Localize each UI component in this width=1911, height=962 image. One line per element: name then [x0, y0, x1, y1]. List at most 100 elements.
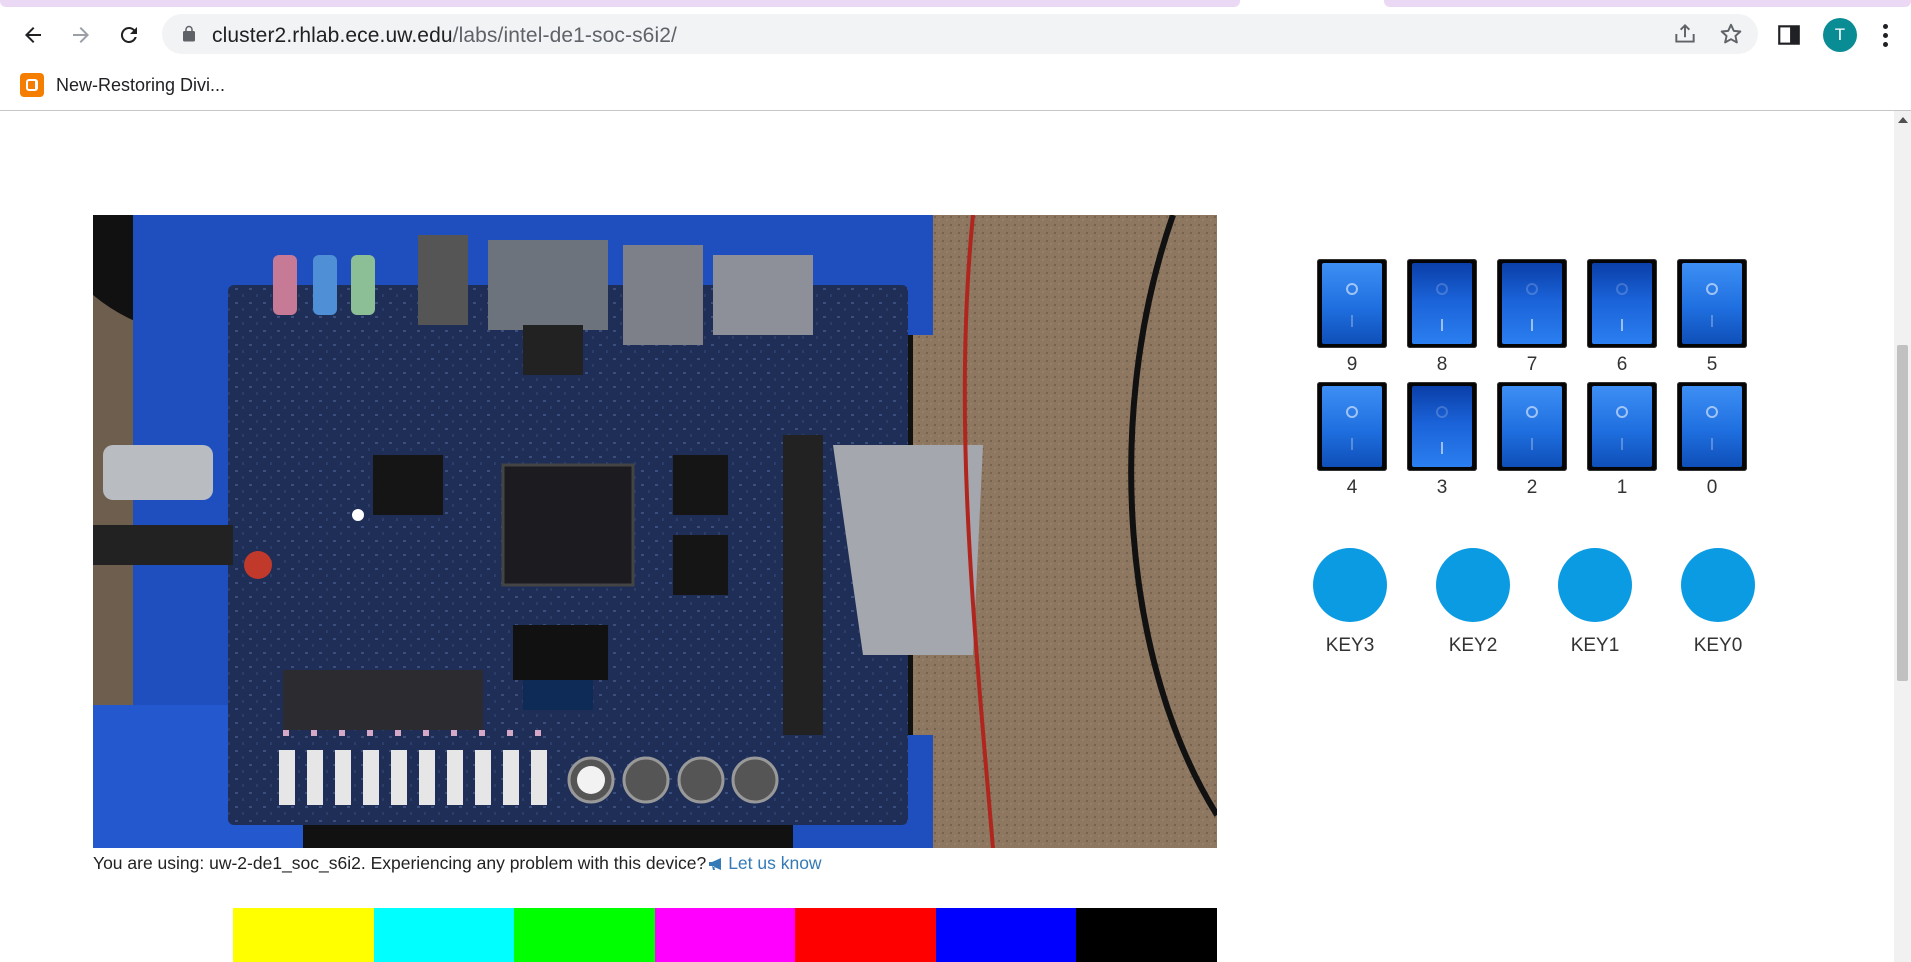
- key1-button[interactable]: KEY1: [1555, 548, 1635, 657]
- browser-tab[interactable]: [1384, 0, 1911, 7]
- switch-2[interactable]: 2: [1497, 382, 1567, 499]
- reload-button[interactable]: [112, 18, 146, 52]
- switch-off-icon: [1526, 406, 1538, 418]
- menu-dot-icon: [1882, 32, 1888, 38]
- share-icon[interactable]: [1672, 21, 1698, 47]
- lock-icon[interactable]: [180, 25, 198, 43]
- color-swatch-black: [1076, 908, 1218, 962]
- rocker: [1412, 263, 1472, 344]
- push-button[interactable]: [1558, 548, 1632, 622]
- switch-off-icon: [1436, 406, 1448, 418]
- push-button[interactable]: [1436, 548, 1510, 622]
- scrollbar-thumb[interactable]: [1897, 345, 1908, 681]
- bookmark-item[interactable]: New-Restoring Divi...: [20, 70, 225, 100]
- switch-4[interactable]: 4: [1317, 382, 1387, 499]
- switch-3[interactable]: 3: [1407, 382, 1477, 499]
- rocker-switch: [1677, 259, 1747, 348]
- tab-strip: [0, 0, 1911, 8]
- switch-label: 1: [1616, 477, 1628, 498]
- switch-off-icon: [1616, 406, 1628, 418]
- switch-label: 4: [1346, 477, 1358, 498]
- device-status-line: You are using: uw-2-de1_soc_s6i2. Experi…: [93, 853, 822, 874]
- switch-on-icon: [1621, 319, 1623, 331]
- rocker-switch: [1407, 382, 1477, 471]
- switch-on-icon: [1711, 438, 1713, 450]
- scroll-up-arrow-icon[interactable]: [1898, 117, 1908, 123]
- switch-on-icon: [1531, 319, 1533, 331]
- switch-7[interactable]: 7: [1497, 259, 1567, 376]
- switch-0[interactable]: 0: [1677, 382, 1747, 499]
- color-swatch-yellow: [233, 908, 374, 962]
- key3-button[interactable]: KEY3: [1310, 548, 1390, 657]
- switch-label: 3: [1436, 477, 1448, 498]
- switch-6[interactable]: 6: [1587, 259, 1657, 376]
- bookmarks-bar: New-Restoring Divi...: [0, 62, 1911, 111]
- forward-arrow-icon: [73, 27, 89, 43]
- switch-label: 5: [1706, 354, 1718, 375]
- reload-icon: [120, 26, 137, 43]
- rocker-switch: [1407, 259, 1477, 348]
- rocker: [1682, 263, 1742, 344]
- browser-tab-active[interactable]: [0, 0, 1240, 7]
- switch-off-icon: [1706, 406, 1718, 418]
- rocker-switch: [1317, 382, 1387, 471]
- page-content: You are using: uw-2-de1_soc_s6i2. Experi…: [0, 111, 1894, 962]
- switch-off-icon: [1526, 283, 1538, 295]
- megaphone-icon[interactable]: [708, 857, 726, 871]
- key-label: KEY3: [1325, 635, 1375, 656]
- rocker: [1412, 386, 1472, 467]
- url-text[interactable]: cluster2.rhlab.ece.uw.edu/labs/intel-de1…: [212, 24, 677, 48]
- switch-on-icon: [1351, 438, 1353, 450]
- menu-dot-icon: [1882, 23, 1888, 29]
- forward-button[interactable]: [64, 18, 98, 52]
- blogger-icon: [20, 73, 44, 97]
- switch-off-icon: [1436, 283, 1448, 295]
- back-button[interactable]: [16, 18, 50, 52]
- push-button[interactable]: [1681, 548, 1755, 622]
- rocker-switch: [1677, 382, 1747, 471]
- key-label: KEY2: [1448, 635, 1498, 656]
- bookmark-star-icon[interactable]: [1718, 21, 1744, 47]
- switch-off-icon: [1616, 283, 1628, 295]
- report-problem-link[interactable]: Let us know: [728, 853, 821, 873]
- switch-label: 8: [1436, 354, 1448, 375]
- rocker: [1592, 263, 1652, 344]
- switch-label: 7: [1526, 354, 1538, 375]
- fpga-board-image: [93, 215, 1217, 848]
- color-swatch-red: [795, 908, 936, 962]
- switch-1[interactable]: 1: [1587, 382, 1657, 499]
- switch-label: 2: [1526, 477, 1538, 498]
- switch-label: 6: [1616, 354, 1628, 375]
- color-swatch-blue: [935, 908, 1077, 962]
- switch-on-icon: [1441, 442, 1443, 454]
- switch-5[interactable]: 5: [1677, 259, 1747, 376]
- color-swatch-cyan: [373, 908, 515, 962]
- side-panel-icon[interactable]: [1776, 22, 1802, 48]
- key-label: KEY0: [1693, 635, 1743, 656]
- key-label: KEY1: [1570, 635, 1620, 656]
- profile-avatar[interactable]: T: [1823, 18, 1857, 52]
- url-host: cluster2.rhlab.ece.uw.edu: [212, 24, 453, 47]
- switch-8[interactable]: 8: [1407, 259, 1477, 376]
- bookmark-label: New-Restoring Divi...: [56, 74, 226, 95]
- rocker: [1592, 386, 1652, 467]
- device-video-feed: [93, 215, 1217, 848]
- rocker: [1502, 263, 1562, 344]
- device-status-text: You are using: uw-2-de1_soc_s6i2. Experi…: [93, 853, 707, 873]
- page-scrollbar[interactable]: [1894, 111, 1911, 962]
- switch-on-icon: [1531, 438, 1533, 450]
- browser-toolbar: cluster2.rhlab.ece.uw.edu/labs/intel-de1…: [0, 8, 1911, 62]
- browser-menu-button[interactable]: [1872, 20, 1898, 50]
- key0-button[interactable]: KEY0: [1678, 548, 1758, 657]
- back-arrow-icon: [25, 27, 41, 43]
- color-bar: [233, 908, 1218, 962]
- rocker: [1322, 263, 1382, 344]
- switch-9[interactable]: 9: [1317, 259, 1387, 376]
- switch-on-icon: [1351, 315, 1353, 327]
- key2-button[interactable]: KEY2: [1433, 548, 1513, 657]
- rocker: [1682, 386, 1742, 467]
- rocker-switch: [1587, 382, 1657, 471]
- rocker: [1322, 386, 1382, 467]
- address-bar[interactable]: cluster2.rhlab.ece.uw.edu/labs/intel-de1…: [162, 14, 1758, 54]
- push-button[interactable]: [1313, 548, 1387, 622]
